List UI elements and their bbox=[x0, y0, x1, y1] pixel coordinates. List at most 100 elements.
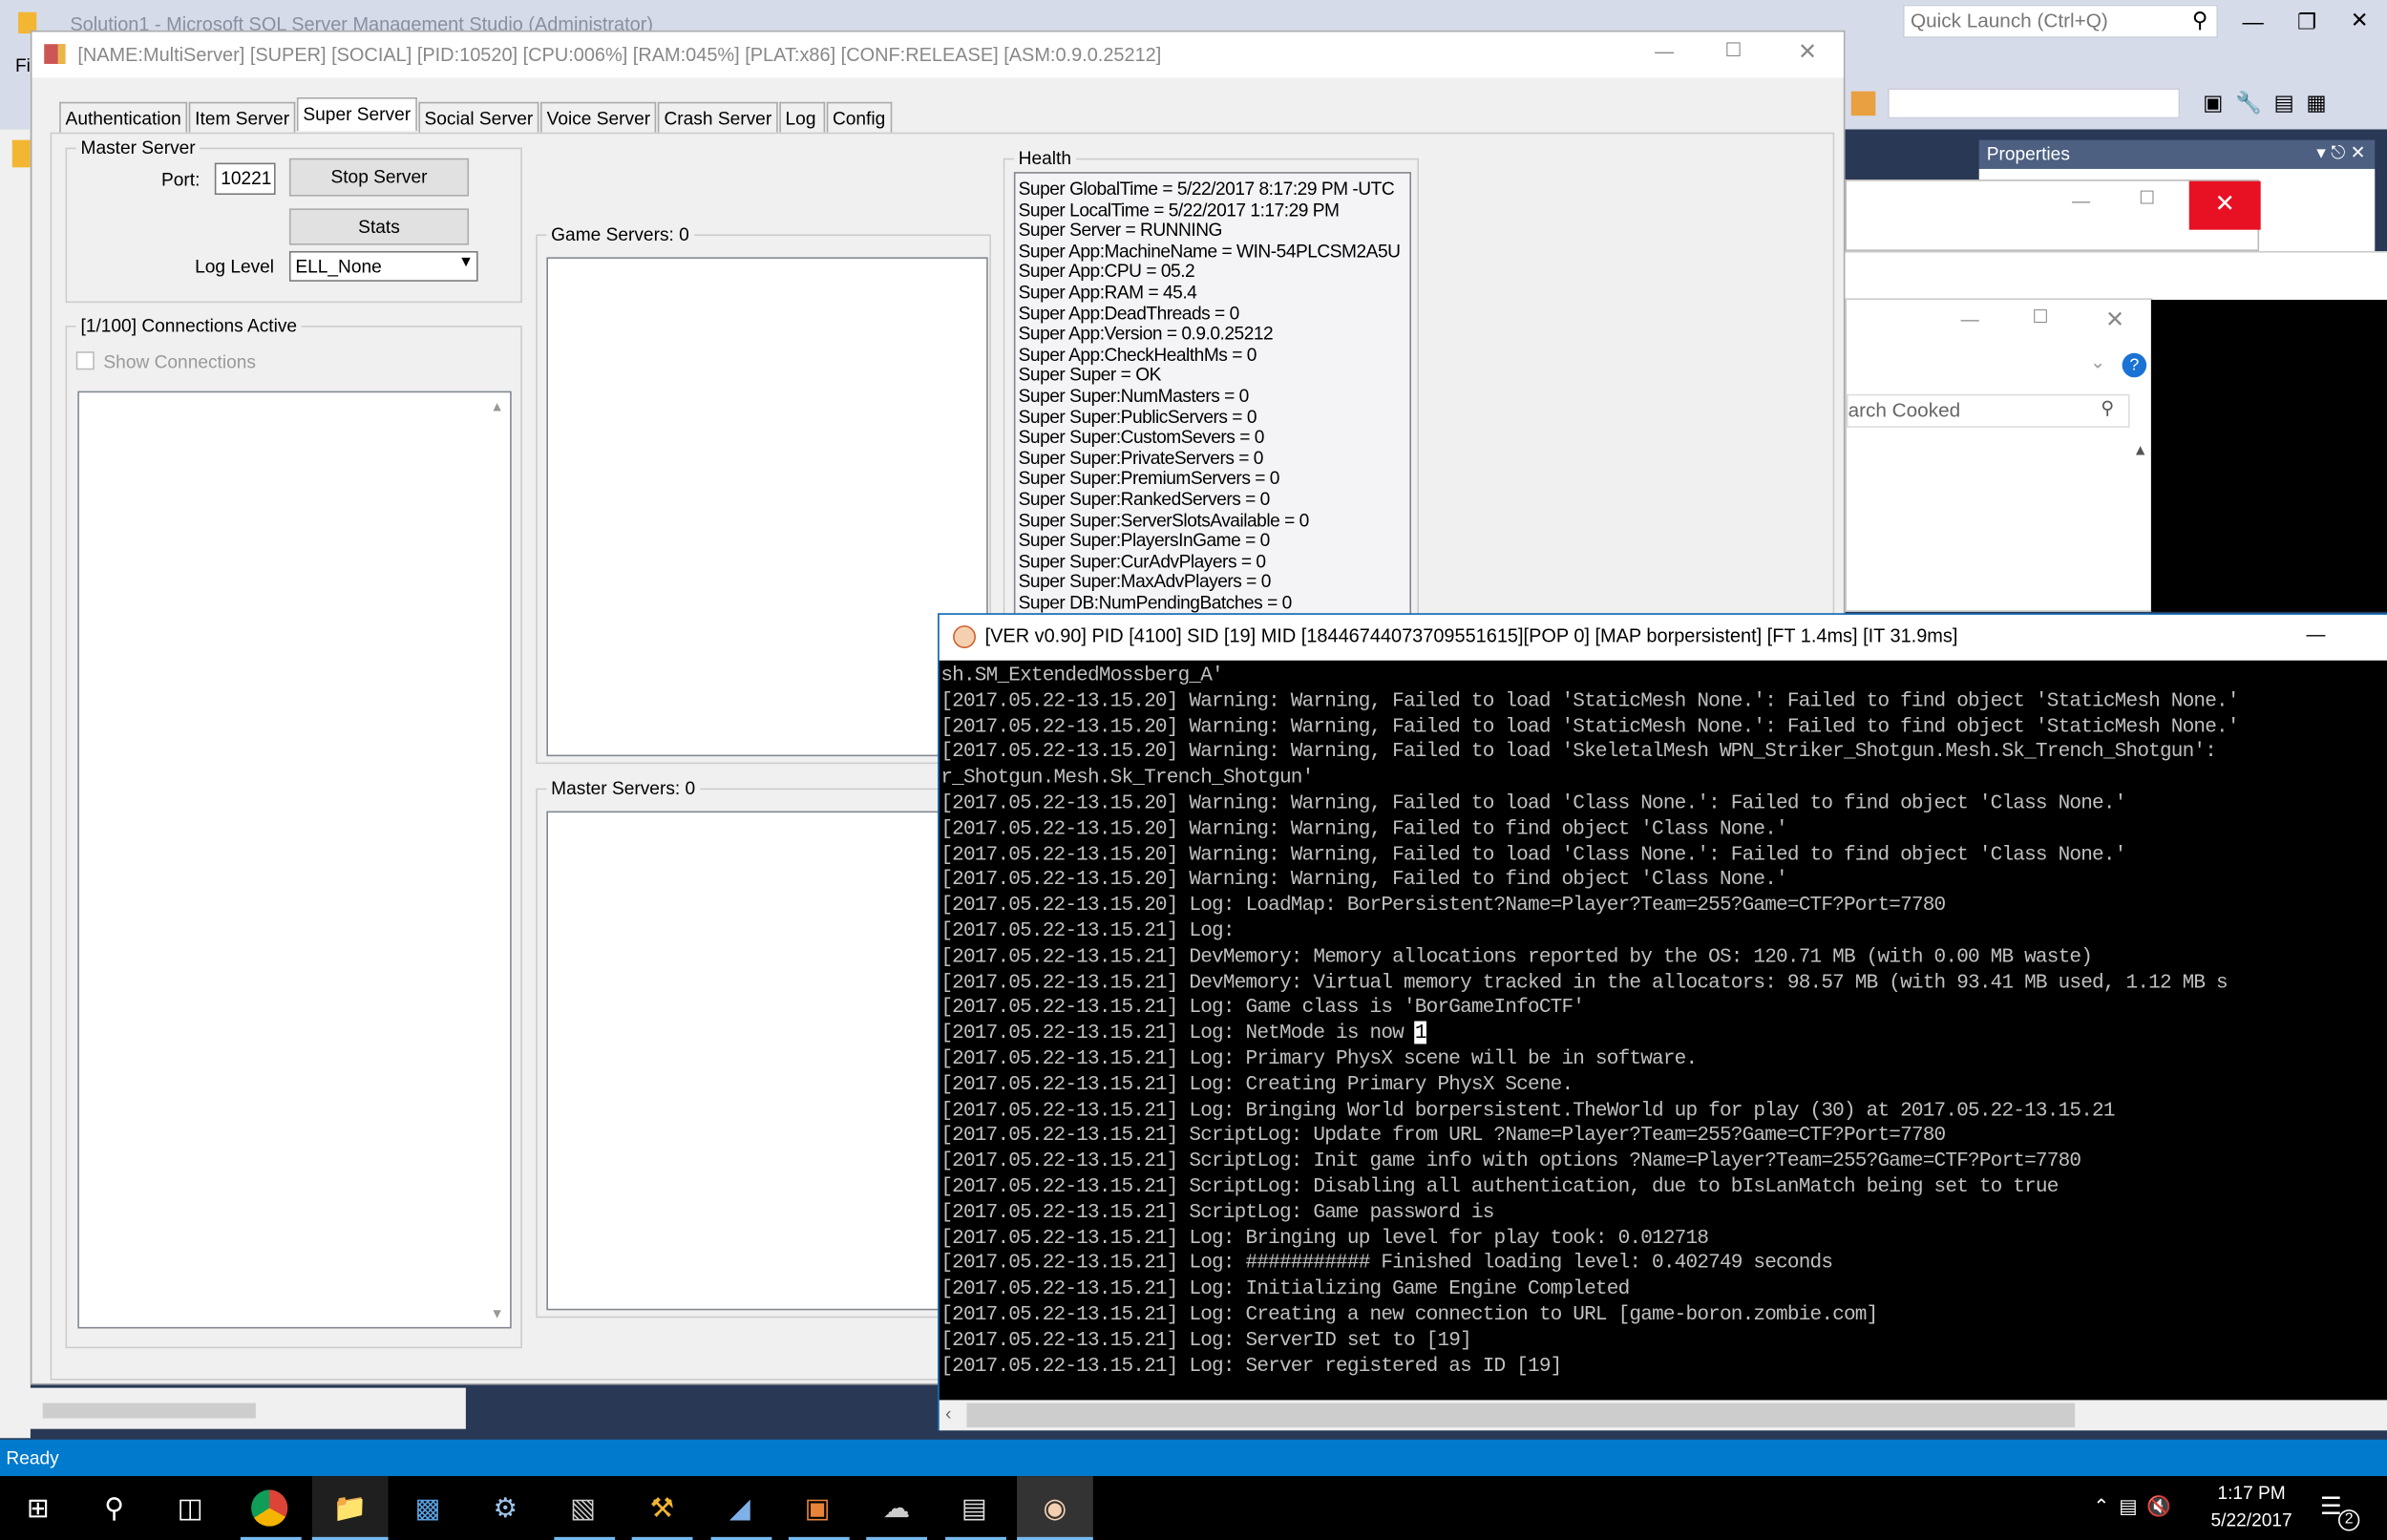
console-line: [2017.05.22-13.15.20] Warning: Warning, … bbox=[940, 740, 2387, 766]
console-line-text: [2017.05.22-13.15.21] Log: Creating Prim… bbox=[940, 1072, 1574, 1096]
background-window-2 bbox=[1845, 250, 2387, 300]
ssms-menu-file[interactable]: Fi bbox=[15, 54, 31, 75]
windows-start-icon[interactable]: ⊞ bbox=[18, 1488, 57, 1528]
minimize-button[interactable]: — bbox=[2307, 623, 2326, 644]
console-line-text: [2017.05.22-13.15.21] ScriptLog: Update … bbox=[940, 1123, 1946, 1147]
log-level-select[interactable]: ELL_None ▼ bbox=[288, 250, 478, 282]
stats-button[interactable]: Stats bbox=[288, 208, 470, 245]
clock-time[interactable]: 1:17 PM bbox=[2207, 1482, 2295, 1503]
health-group: Health Super GlobalTime = 5/22/2017 8:17… bbox=[1003, 147, 1419, 630]
app-icon-3[interactable]: ▤ bbox=[955, 1488, 994, 1528]
search-input[interactable]: arch Cooked bbox=[1847, 393, 2130, 428]
tab-item-server[interactable]: Item Server bbox=[188, 101, 296, 133]
window-title-bar: [NAME:MultiServer] [SUPER] [SOCIAL] [PID… bbox=[32, 32, 1844, 78]
tab-log[interactable]: Log bbox=[779, 101, 825, 133]
console-line-text: [2017.05.22-13.15.20] Warning: Warning, … bbox=[940, 842, 2126, 866]
health-line: Super LocalTime = 5/22/2017 1:17:29 PM bbox=[1018, 199, 1340, 221]
task-view-icon[interactable]: ◫ bbox=[171, 1488, 210, 1528]
minimize-icon[interactable]: — bbox=[2072, 190, 2090, 211]
quick-launch-input[interactable]: Quick Launch (Ctrl+Q) bbox=[1903, 4, 2219, 38]
close-icon[interactable]: ✕ bbox=[2105, 306, 2124, 333]
desktop: Solution1 - Microsoft SQL Server Managem… bbox=[0, 0, 2387, 1540]
scroll-left-icon[interactable]: ‹ bbox=[945, 1403, 951, 1424]
console-hscrollbar[interactable]: ‹ bbox=[939, 1400, 2387, 1431]
toolbar-icons[interactable]: ▣🔧▤▦ bbox=[2203, 90, 2338, 116]
scroll-up-icon[interactable]: ▲ bbox=[2133, 443, 2148, 460]
chevron-down-icon[interactable]: ⌄ bbox=[2090, 351, 2105, 372]
tab-social-server[interactable]: Social Server bbox=[418, 101, 539, 133]
settings-icon[interactable]: ⚙ bbox=[486, 1488, 525, 1528]
close-button[interactable]: ✕ bbox=[2188, 180, 2261, 230]
console-line: [2017.05.22-13.15.21] Log: Server regist… bbox=[940, 1354, 2387, 1380]
notification-count: 2 bbox=[2337, 1509, 2360, 1531]
maximize-icon[interactable]: ☐ bbox=[2033, 306, 2049, 327]
health-line: Super Super:PrivateServers = 0 bbox=[1018, 447, 1264, 469]
health-list[interactable]: Super GlobalTime = 5/22/2017 8:17:29 PM … bbox=[1013, 172, 1412, 629]
console-line-text: [2017.05.22-13.15.21] Log: Server regist… bbox=[940, 1353, 1562, 1377]
health-line: Super Super:NumMasters = 0 bbox=[1018, 385, 1250, 407]
app-icon[interactable]: ◢ bbox=[720, 1488, 759, 1528]
close-button[interactable]: ✕ bbox=[1798, 38, 1817, 65]
object-explorer-tab[interactable] bbox=[11, 139, 31, 168]
stop-server-button[interactable]: Stop Server bbox=[288, 158, 470, 197]
left-hscrollbar[interactable] bbox=[11, 1387, 466, 1429]
toolbar-combo[interactable] bbox=[1888, 88, 2181, 119]
ssms-tools-icon[interactable]: ⚒ bbox=[643, 1488, 682, 1528]
tab-voice-server[interactable]: Voice Server bbox=[540, 101, 657, 133]
file-explorer-icon[interactable]: 📁 bbox=[330, 1488, 370, 1528]
minimize-icon[interactable]: — bbox=[1961, 309, 1979, 330]
health-line: Super Server = RUNNING bbox=[1018, 219, 1223, 242]
app-icon-2[interactable]: ▣ bbox=[797, 1488, 836, 1528]
console-line: [2017.05.22-13.15.21] Log: bbox=[940, 919, 2387, 945]
close-button[interactable]: ✕ bbox=[2351, 8, 2369, 33]
console-line: [2017.05.22-13.15.21] Log: Creating Prim… bbox=[940, 1072, 2387, 1098]
game-server-icon[interactable]: ◉ bbox=[1035, 1488, 1074, 1528]
ssms-left-strip bbox=[0, 129, 31, 1439]
console-line-text: [2017.05.22-13.15.21] Log: Bringing Worl… bbox=[940, 1098, 2115, 1121]
network-app-icon[interactable]: ☁ bbox=[877, 1488, 916, 1528]
chrome-icon[interactable] bbox=[251, 1489, 288, 1527]
console-line: [2017.05.22-13.15.21] Log: Bringing Worl… bbox=[940, 1098, 2387, 1124]
minimize-button[interactable]: — bbox=[1655, 41, 1674, 62]
health-line: Super Super:MaxAdvPlayers = 0 bbox=[1018, 571, 1272, 593]
maximize-icon[interactable]: ☐ bbox=[2139, 187, 2155, 208]
health-line: Super GlobalTime = 5/22/2017 8:17:29 PM … bbox=[1018, 178, 1395, 200]
show-connections-checkbox[interactable] bbox=[75, 351, 95, 370]
clock-date[interactable]: 5/22/2017 bbox=[2207, 1509, 2295, 1530]
maximize-button[interactable]: ☐ bbox=[1724, 38, 1742, 60]
restore-button[interactable]: ❐ bbox=[2297, 10, 2316, 35]
scroll-thumb[interactable] bbox=[966, 1403, 2076, 1428]
tab-super-server[interactable]: Super Server bbox=[297, 97, 417, 132]
help-icon[interactable]: ? bbox=[2122, 352, 2147, 378]
health-line: Super App:CheckHealthMs = 0 bbox=[1018, 343, 1257, 366]
tab-authentication[interactable]: Authentication bbox=[59, 101, 188, 133]
log-level-label: Log Level bbox=[195, 255, 275, 278]
tray-icons[interactable]: ⌃▤🔇 bbox=[2093, 1494, 2180, 1519]
scroll-down-icon[interactable]: ▼ bbox=[491, 1306, 504, 1321]
health-line: Super App:CPU = 05.2 bbox=[1018, 261, 1195, 283]
console-line-text: [2017.05.22-13.15.20] Warning: Warning, … bbox=[940, 740, 2228, 764]
remote-desktop-icon[interactable]: ▩ bbox=[408, 1488, 447, 1528]
tab-config[interactable]: Config bbox=[826, 101, 892, 133]
port-input[interactable]: 10221 bbox=[214, 162, 276, 196]
terminal-icon[interactable]: ▧ bbox=[563, 1488, 602, 1528]
console-line-text: [2017.05.22-13.15.21] Log: Game class is… bbox=[940, 995, 1585, 1019]
master-servers-list[interactable] bbox=[546, 811, 988, 1311]
health-line: Super Super:ServerSlotsAvailable = 0 bbox=[1018, 509, 1310, 531]
console-line: [2017.05.22-13.15.21] Log: ServerID set … bbox=[940, 1328, 2387, 1354]
tab-crash-server[interactable]: Crash Server bbox=[658, 101, 778, 133]
search-icon[interactable]: ⚲ bbox=[95, 1488, 134, 1528]
game-servers-list[interactable] bbox=[546, 257, 988, 757]
properties-controls-icon[interactable]: ▾ ⎋ ✕ bbox=[2316, 141, 2365, 164]
find-in-files-icon[interactable] bbox=[1850, 91, 1876, 116]
scroll-up-icon[interactable]: ▲ bbox=[491, 399, 504, 414]
console-output[interactable]: sh.SM_ExtendedMossberg_A' [2017.05.22-13.… bbox=[940, 664, 2387, 1400]
console-line-text: [2017.05.22-13.15.21] DevMemory: Virtual… bbox=[940, 970, 2228, 994]
log-level-value: ELL_None bbox=[295, 255, 382, 278]
console-line: [2017.05.22-13.15.21] Log: Initializing … bbox=[940, 1276, 2387, 1302]
minimize-button[interactable]: — bbox=[2243, 10, 2264, 34]
connections-list[interactable]: ▲ ▼ bbox=[77, 390, 512, 1329]
connections-group: [1/100] Connections Active Show Connecti… bbox=[65, 314, 522, 1349]
health-line: Super App:MachineName = WIN-54PLCSM2A5U bbox=[1018, 240, 1401, 262]
console-line-text: [2017.05.22-13.15.20] Warning: Warning, … bbox=[940, 816, 1787, 840]
